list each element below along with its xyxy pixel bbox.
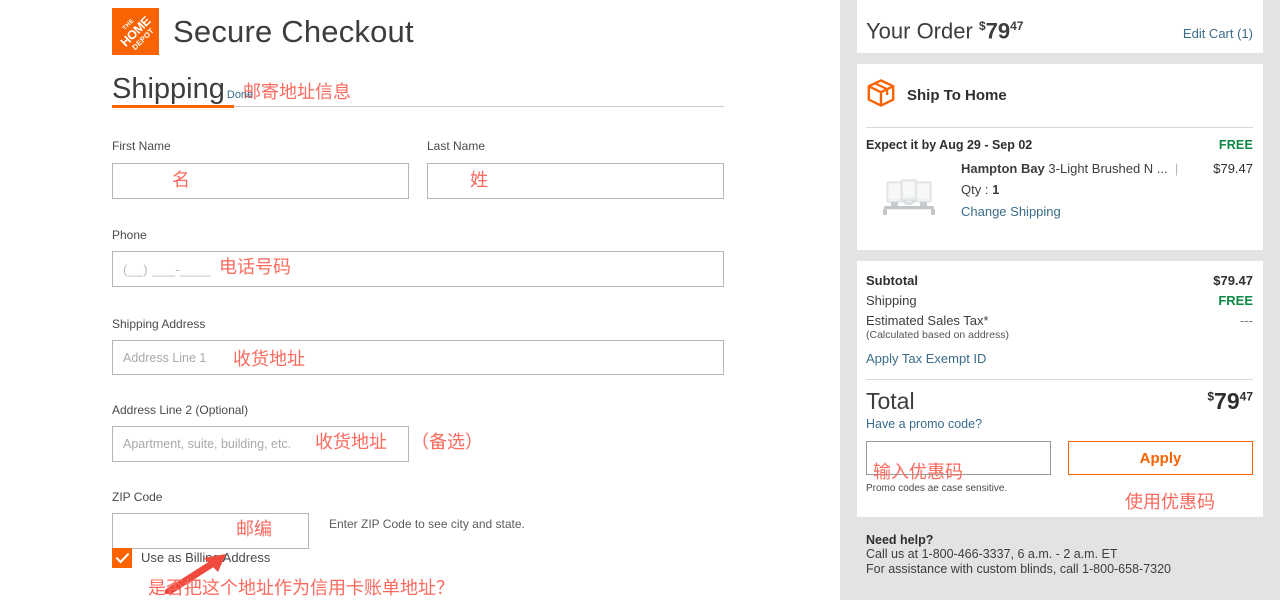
grand-total-cents: 47 bbox=[1239, 389, 1253, 404]
grand-total-dollars: 79 bbox=[1214, 388, 1240, 414]
product-brand: Hampton Bay bbox=[961, 161, 1045, 176]
annotation-address-2-optional: （备选） bbox=[411, 432, 483, 453]
use-as-billing-address-row[interactable]: Use as Billing Address bbox=[112, 548, 270, 568]
brand-header: THE HOME DEPOT Secure Checkout bbox=[112, 8, 414, 55]
promo-code-row: Apply bbox=[866, 441, 1253, 475]
product-name-separator: | bbox=[1174, 161, 1179, 176]
need-help-block: Need help? Call us at 1-800-466-3337, 6 … bbox=[866, 533, 1266, 577]
shipping-section-header: Shipping Done bbox=[112, 72, 724, 106]
shipping-address-label: Shipping Address bbox=[112, 317, 206, 331]
edit-cart-link[interactable]: Edit Cart (1) bbox=[1183, 7, 1253, 60]
order-line-item-body: Hampton Bay 3-Light Brushed N ... | $79.… bbox=[961, 161, 1253, 229]
checkout-page: THE HOME DEPOT Secure Checkout Shipping … bbox=[0, 0, 1280, 600]
expected-delivery-row: Expect it by Aug 29 - Sep 02 FREE bbox=[866, 138, 1253, 152]
address-line-2-placeholder: Apartment, suite, building, etc. bbox=[123, 437, 292, 451]
estimated-tax-row: Estimated Sales Tax* --- bbox=[866, 313, 1253, 328]
product-thumbnail[interactable] bbox=[866, 161, 951, 229]
your-order-dollars: 79 bbox=[985, 18, 1011, 44]
address-line-1-placeholder: Address Line 1 bbox=[123, 350, 207, 365]
promo-code-note: Promo codes ae case sensitive. bbox=[866, 483, 1008, 494]
zip-code-label: ZIP Code bbox=[112, 490, 163, 504]
home-depot-logo-icon[interactable]: THE HOME DEPOT bbox=[112, 8, 159, 55]
have-promo-code-link[interactable]: Have a promo code? bbox=[866, 417, 982, 431]
done-link[interactable]: Done bbox=[227, 88, 253, 102]
package-box-icon bbox=[866, 78, 896, 113]
product-description: 3-Light Brushed N ... bbox=[1044, 161, 1168, 176]
shipping-row: Shipping FREE bbox=[866, 293, 1253, 308]
your-order-cents: 47 bbox=[1010, 19, 1024, 33]
address-line-1-input[interactable]: Address Line 1 bbox=[112, 340, 724, 375]
totals-divider bbox=[866, 379, 1253, 380]
your-order-dollar-sign: $ bbox=[978, 19, 986, 33]
need-help-title: Need help? bbox=[866, 533, 934, 547]
ship-card-divider bbox=[866, 127, 1253, 128]
expected-delivery-text: Expect it by Aug 29 - Sep 02 bbox=[866, 138, 1033, 152]
ship-to-home-label: Ship To Home bbox=[907, 87, 1007, 104]
grand-total-label: Total bbox=[866, 388, 915, 414]
first-name-input[interactable] bbox=[112, 163, 409, 199]
promo-code-input[interactable] bbox=[866, 441, 1051, 475]
your-order-label: Your Order bbox=[866, 18, 973, 44]
use-as-billing-address-label: Use as Billing Address bbox=[141, 550, 271, 565]
change-shipping-link[interactable]: Change Shipping bbox=[961, 204, 1253, 219]
apply-tax-exempt-id-link[interactable]: Apply Tax Exempt ID bbox=[866, 351, 986, 366]
shipping-free-badge: FREE bbox=[1218, 138, 1253, 152]
grand-total-value: $7947 bbox=[1207, 388, 1253, 415]
estimated-tax-label: Estimated Sales Tax* bbox=[866, 313, 989, 328]
tax-calculation-note: (Calculated based on address) bbox=[866, 329, 1010, 341]
subtotal-value: $79.47 bbox=[1213, 273, 1253, 288]
shipping-heading: Shipping bbox=[112, 73, 225, 105]
page-title: Secure Checkout bbox=[173, 14, 414, 49]
checkbox-checked-icon[interactable] bbox=[112, 548, 132, 568]
subtotal-row: Subtotal $79.47 bbox=[866, 273, 1253, 288]
first-name-label: First Name bbox=[112, 139, 171, 153]
need-help-line-1: Call us at 1-800-466-3337, 6 a.m. - 2 a.… bbox=[866, 547, 1118, 561]
totals-card: Subtotal $79.47 Shipping FREE Estimated … bbox=[857, 261, 1263, 517]
product-qty-value: 1 bbox=[992, 182, 1000, 197]
product-qty: Qty : 1 bbox=[961, 182, 1253, 197]
shipping-value: FREE bbox=[1218, 293, 1253, 308]
last-name-input[interactable] bbox=[427, 163, 724, 199]
phone-label: Phone bbox=[112, 228, 147, 242]
your-order-card: Your Order $7947 Edit Cart (1) bbox=[857, 0, 1263, 53]
grand-total-row: Total $7947 bbox=[866, 388, 1253, 415]
product-price: $79.47 bbox=[1213, 161, 1253, 176]
order-line-item: Hampton Bay 3-Light Brushed N ... | $79.… bbox=[866, 161, 1253, 229]
shipping-label: Shipping bbox=[866, 293, 917, 308]
last-name-label: Last Name bbox=[427, 139, 486, 153]
zip-code-hint: Enter ZIP Code to see city and state. bbox=[329, 517, 525, 531]
need-help-line-2: For assistance with custom blinds, call … bbox=[866, 562, 1172, 576]
main-content: THE HOME DEPOT Secure Checkout Shipping … bbox=[0, 0, 840, 600]
address-line-2-input[interactable]: Apartment, suite, building, etc. bbox=[112, 426, 409, 462]
estimated-tax-value: --- bbox=[1240, 313, 1253, 328]
address-line-2-label: Address Line 2 (Optional) bbox=[112, 403, 249, 417]
phone-placeholder: (__) ___-____ bbox=[123, 261, 212, 277]
ship-to-home-header: Ship To Home bbox=[866, 78, 1253, 113]
zip-code-input[interactable] bbox=[112, 513, 309, 549]
phone-input[interactable]: (__) ___-____ bbox=[112, 251, 724, 287]
subtotal-label: Subtotal bbox=[866, 273, 918, 288]
product-qty-label: Qty : bbox=[961, 182, 993, 197]
your-order-title: Your Order $7947 bbox=[866, 0, 1023, 57]
annotation-billing-question: 是否把这个地址作为信用卡账单地址？ bbox=[148, 578, 454, 599]
product-name[interactable]: Hampton Bay 3-Light Brushed N ... | bbox=[961, 161, 1178, 176]
order-summary-sidebar: Your Order $7947 Edit Cart (1) Ship To H… bbox=[840, 0, 1280, 600]
apply-promo-button[interactable]: Apply bbox=[1068, 441, 1253, 475]
ship-to-home-card: Ship To Home Expect it by Aug 29 - Sep 0… bbox=[857, 64, 1263, 250]
